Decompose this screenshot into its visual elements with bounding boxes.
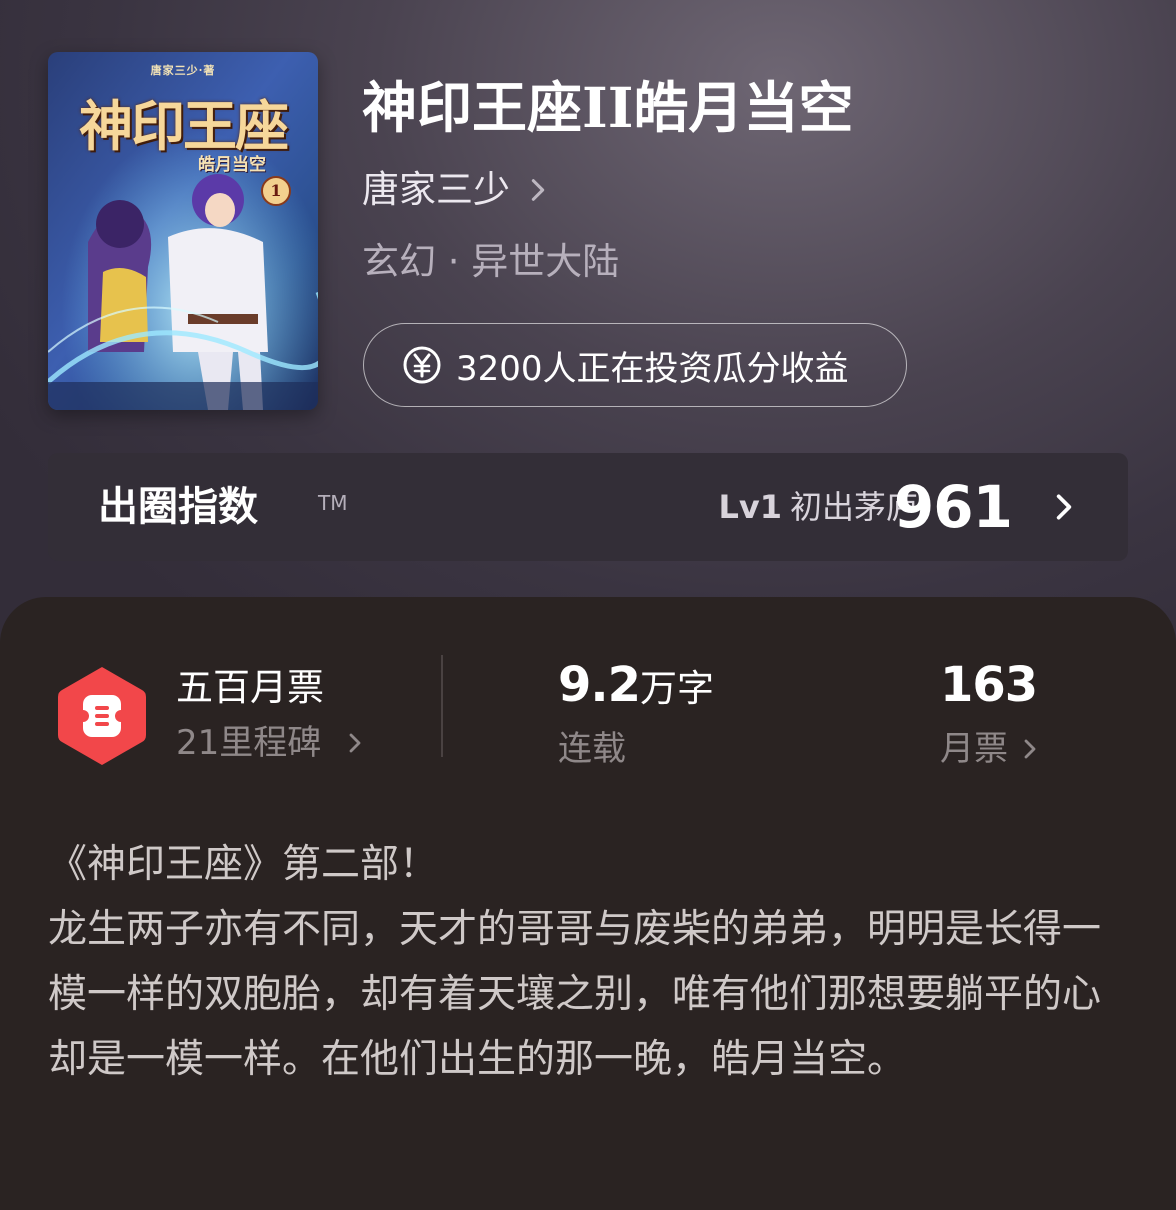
chevron-right-icon [531,179,545,201]
word-count-number: 9.2 [558,657,641,713]
intro-line: 龙生两子亦有不同，天才的哥哥与废柴的弟弟，明明是长得一模一样的双胞胎，却有着天壤… [48,907,1102,1082]
word-count: 9.2万字 [558,655,714,719]
author-link[interactable]: 唐家三少 [362,164,552,216]
chevron-right-icon [349,733,361,753]
author-name: 唐家三少 [362,168,510,211]
cover-subtitle: 皓月当空 [198,155,266,175]
book-introduction[interactable]: 《神印王座》第二部！ 龙生两子亦有不同，天才的哥哥与废柴的弟弟，明明是长得一模一… [48,832,1138,1092]
level-code: Lv1 [718,488,782,526]
index-score: 961 [893,473,1013,541]
monthly-votes-link[interactable]: 月票 [940,724,1042,774]
word-count-unit: 万字 [640,667,715,710]
ticket-level-title: 五百月票 [176,666,324,709]
monthly-votes-count: 163 [940,657,1038,713]
index-level: Lv1 初出茅庐 [718,485,918,529]
cover-series-label: 唐家三少·著 [150,64,216,77]
yen-coin-icon [403,346,441,384]
invest-label: 3200人正在投资瓜分收益 [456,348,849,389]
chevron-right-icon [1024,739,1036,759]
book-genre[interactable]: 玄幻 · 异世大陆 [362,236,619,288]
monthly-votes-label: 月票 [940,729,1008,769]
cover-volume-badge: 1 [261,176,291,206]
book-cover[interactable]: 唐家三少·著 神印王座 皓月当空 1 [48,52,318,410]
popularity-index-bar[interactable]: 出圈指数 TM Lv1 初出茅庐 961 [48,453,1128,561]
monthly-ticket-badge-icon [58,667,146,765]
intro-line: 《神印王座》第二部！ [48,842,439,887]
index-title: 出圈指数 [98,484,258,530]
stat-divider [441,655,443,757]
invest-button[interactable]: 3200人正在投资瓜分收益 [363,323,907,407]
cover-title: 神印王座 [79,94,289,158]
book-title: 神印王座II皓月当空 [362,75,854,140]
serial-status: 连载 [558,729,626,769]
chevron-right-icon [1056,494,1072,520]
milestone-label: 21里程碑 [176,723,322,763]
trademark-mark: TM [318,491,348,515]
milestone-link[interactable]: 21里程碑 [176,718,367,768]
